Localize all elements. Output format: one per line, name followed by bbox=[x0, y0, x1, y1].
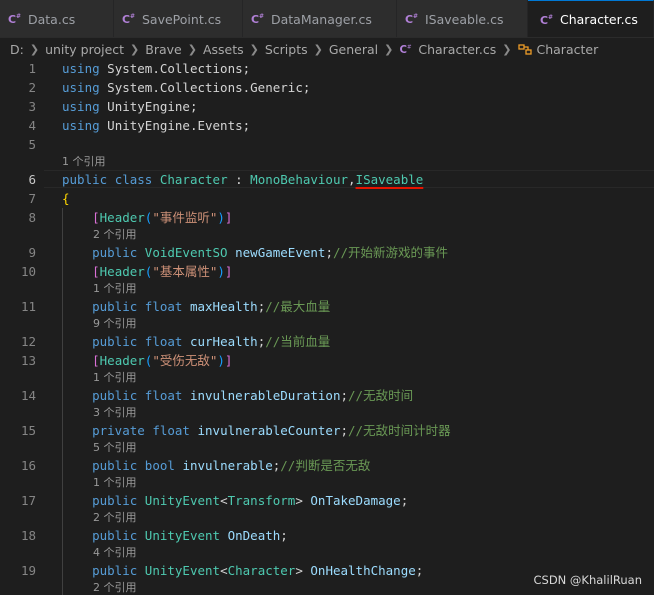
svg-text:C: C bbox=[400, 45, 408, 56]
chevron-right-icon: ❯ bbox=[313, 42, 323, 56]
line-number: 8 bbox=[28, 210, 36, 225]
svg-text:#: # bbox=[130, 13, 135, 20]
tab-label: SavePoint.cs bbox=[142, 11, 222, 27]
codelens-references[interactable]: 9 个引用 bbox=[93, 317, 137, 331]
line-number: 9 bbox=[28, 245, 36, 260]
line-number: 16 bbox=[20, 458, 36, 473]
code-line-6: public class Character : MonoBehaviour,I… bbox=[62, 172, 424, 187]
tab-label: Data.cs bbox=[28, 11, 76, 27]
line-number: 17 bbox=[20, 493, 36, 508]
code-line-1: using System.Collections; bbox=[62, 61, 251, 76]
csharp-file-icon: C # bbox=[399, 43, 413, 56]
line-number: 2 bbox=[28, 80, 36, 95]
codelens-references[interactable]: 5 个引用 bbox=[93, 441, 137, 455]
svg-text:#: # bbox=[548, 14, 553, 21]
code-line-12: public float curHealth;//当前血量 bbox=[92, 334, 331, 349]
tab-isaveable-cs[interactable]: C # ISaveable.cs bbox=[397, 0, 528, 37]
chevron-right-icon: ❯ bbox=[502, 42, 512, 56]
svg-text:C: C bbox=[540, 14, 548, 27]
watermark: CSDN @KhalilRuan bbox=[533, 573, 642, 587]
code-line-2: using System.Collections.Generic; bbox=[62, 80, 311, 95]
code-line-19: public UnityEvent<Character> OnHealthCha… bbox=[92, 563, 424, 578]
line-number: 11 bbox=[20, 299, 36, 314]
breadcrumb: D: ❯ unity project ❯ Brave ❯ Assets ❯ Sc… bbox=[0, 38, 654, 60]
codelens-references[interactable]: 1 个引用 bbox=[93, 282, 137, 296]
csharp-file-icon: C # bbox=[8, 12, 22, 26]
tab-label: DataManager.cs bbox=[271, 11, 372, 27]
class-symbol-icon bbox=[517, 43, 532, 56]
tab-datamanager-cs[interactable]: C # DataManager.cs bbox=[243, 0, 397, 37]
codelens-references[interactable]: 1 个引用 bbox=[93, 371, 137, 385]
tab-savepoint-cs[interactable]: C # SavePoint.cs bbox=[114, 0, 243, 37]
chevron-right-icon: ❯ bbox=[384, 42, 394, 56]
code-line-4: using UnityEngine.Events; bbox=[62, 118, 251, 133]
code-line-7: { bbox=[62, 191, 70, 206]
csharp-file-icon: C # bbox=[251, 12, 265, 26]
error-squiggle-isaveable[interactable]: ISaveable bbox=[356, 172, 424, 187]
line-number: 4 bbox=[28, 118, 36, 133]
code-line-11: public float maxHealth;//最大血量 bbox=[92, 299, 331, 314]
breadcrumb-item[interactable]: Assets bbox=[203, 42, 244, 57]
line-number: 10 bbox=[20, 264, 36, 279]
code-line-9: public VoidEventSO newGameEvent;//开始新游戏的… bbox=[92, 245, 449, 260]
line-number: 14 bbox=[20, 388, 36, 403]
code-line-3: using UnityEngine; bbox=[62, 99, 198, 114]
chevron-right-icon: ❯ bbox=[187, 42, 197, 56]
breadcrumb-item[interactable]: D: bbox=[10, 42, 24, 57]
line-number: 12 bbox=[20, 334, 36, 349]
csharp-file-icon: C # bbox=[122, 12, 136, 26]
line-number: 7 bbox=[28, 191, 36, 206]
code-line-17: public UnityEvent<Transform> OnTakeDamag… bbox=[92, 493, 409, 508]
svg-text:#: # bbox=[259, 13, 264, 20]
svg-text:#: # bbox=[407, 44, 412, 50]
codelens-references[interactable]: 1 个引用 bbox=[93, 476, 137, 490]
editor-tab-bar: C # Data.cs C # SavePoint.cs C # DataManage… bbox=[0, 0, 654, 38]
code-line-13: [Header("受伤无敌")] bbox=[92, 353, 233, 368]
code-line-8: [Header("事件监听")] bbox=[92, 210, 233, 225]
code-line-14: public float invulnerableDuration;//无敌时间 bbox=[92, 388, 414, 403]
code-editor[interactable]: 1 2 3 4 5 6 7 8 9 10 11 12 13 14 15 16 1… bbox=[0, 60, 654, 595]
code-line-15: private float invulnerableCounter;//无敌时间… bbox=[92, 423, 451, 438]
codelens-references[interactable]: 2 个引用 bbox=[93, 228, 137, 242]
csharp-file-icon: C # bbox=[405, 12, 419, 26]
breadcrumb-symbol[interactable]: Character bbox=[537, 42, 599, 57]
tab-label: Character.cs bbox=[560, 12, 638, 27]
csharp-file-icon: C # bbox=[540, 13, 554, 27]
codelens-references[interactable]: 2 个引用 bbox=[93, 511, 137, 525]
line-number: 13 bbox=[20, 353, 36, 368]
line-number: 19 bbox=[20, 563, 36, 578]
line-number: 5 bbox=[28, 137, 36, 152]
codelens-references[interactable]: 4 个引用 bbox=[93, 546, 137, 560]
code-line-16: public bool invulnerable;//判断是否无敌 bbox=[92, 458, 371, 473]
tab-data-cs[interactable]: C # Data.cs bbox=[0, 0, 114, 37]
code-line-10: [Header("基本属性")] bbox=[92, 264, 233, 279]
chevron-right-icon: ❯ bbox=[29, 42, 40, 56]
codelens-references[interactable]: 2 个引用 bbox=[93, 581, 137, 595]
svg-text:#: # bbox=[413, 13, 418, 20]
line-number: 3 bbox=[28, 99, 36, 114]
line-number-gutter: 1 2 3 4 5 6 7 8 9 10 11 12 13 14 15 16 1… bbox=[0, 60, 44, 595]
line-number: 1 bbox=[28, 61, 36, 76]
tab-character-cs[interactable]: C # Character.cs bbox=[528, 0, 654, 37]
tab-label: ISaveable.cs bbox=[425, 11, 504, 27]
svg-text:#: # bbox=[16, 13, 21, 20]
codelens-references[interactable]: 1 个引用 bbox=[62, 155, 106, 169]
breadcrumb-item[interactable]: General bbox=[329, 42, 378, 57]
line-number: 15 bbox=[20, 423, 36, 438]
line-number: 18 bbox=[20, 528, 36, 543]
svg-text:C: C bbox=[251, 13, 259, 26]
codelens-references[interactable]: 3 个引用 bbox=[93, 406, 137, 420]
svg-text:C: C bbox=[8, 13, 16, 26]
line-number-active: 6 bbox=[28, 172, 36, 187]
breadcrumb-item[interactable]: Brave bbox=[145, 42, 181, 57]
code-line-18: public UnityEvent OnDeath; bbox=[92, 528, 288, 543]
breadcrumb-item[interactable]: unity project bbox=[45, 42, 124, 57]
chevron-right-icon: ❯ bbox=[249, 42, 259, 56]
chevron-right-icon: ❯ bbox=[130, 42, 140, 56]
breadcrumb-item[interactable]: Scripts bbox=[265, 42, 308, 57]
svg-text:C: C bbox=[405, 13, 413, 26]
svg-text:C: C bbox=[122, 13, 130, 26]
breadcrumb-file[interactable]: Character.cs bbox=[418, 42, 496, 57]
code-text-area[interactable]: using System.Collections; using System.C… bbox=[62, 60, 654, 595]
